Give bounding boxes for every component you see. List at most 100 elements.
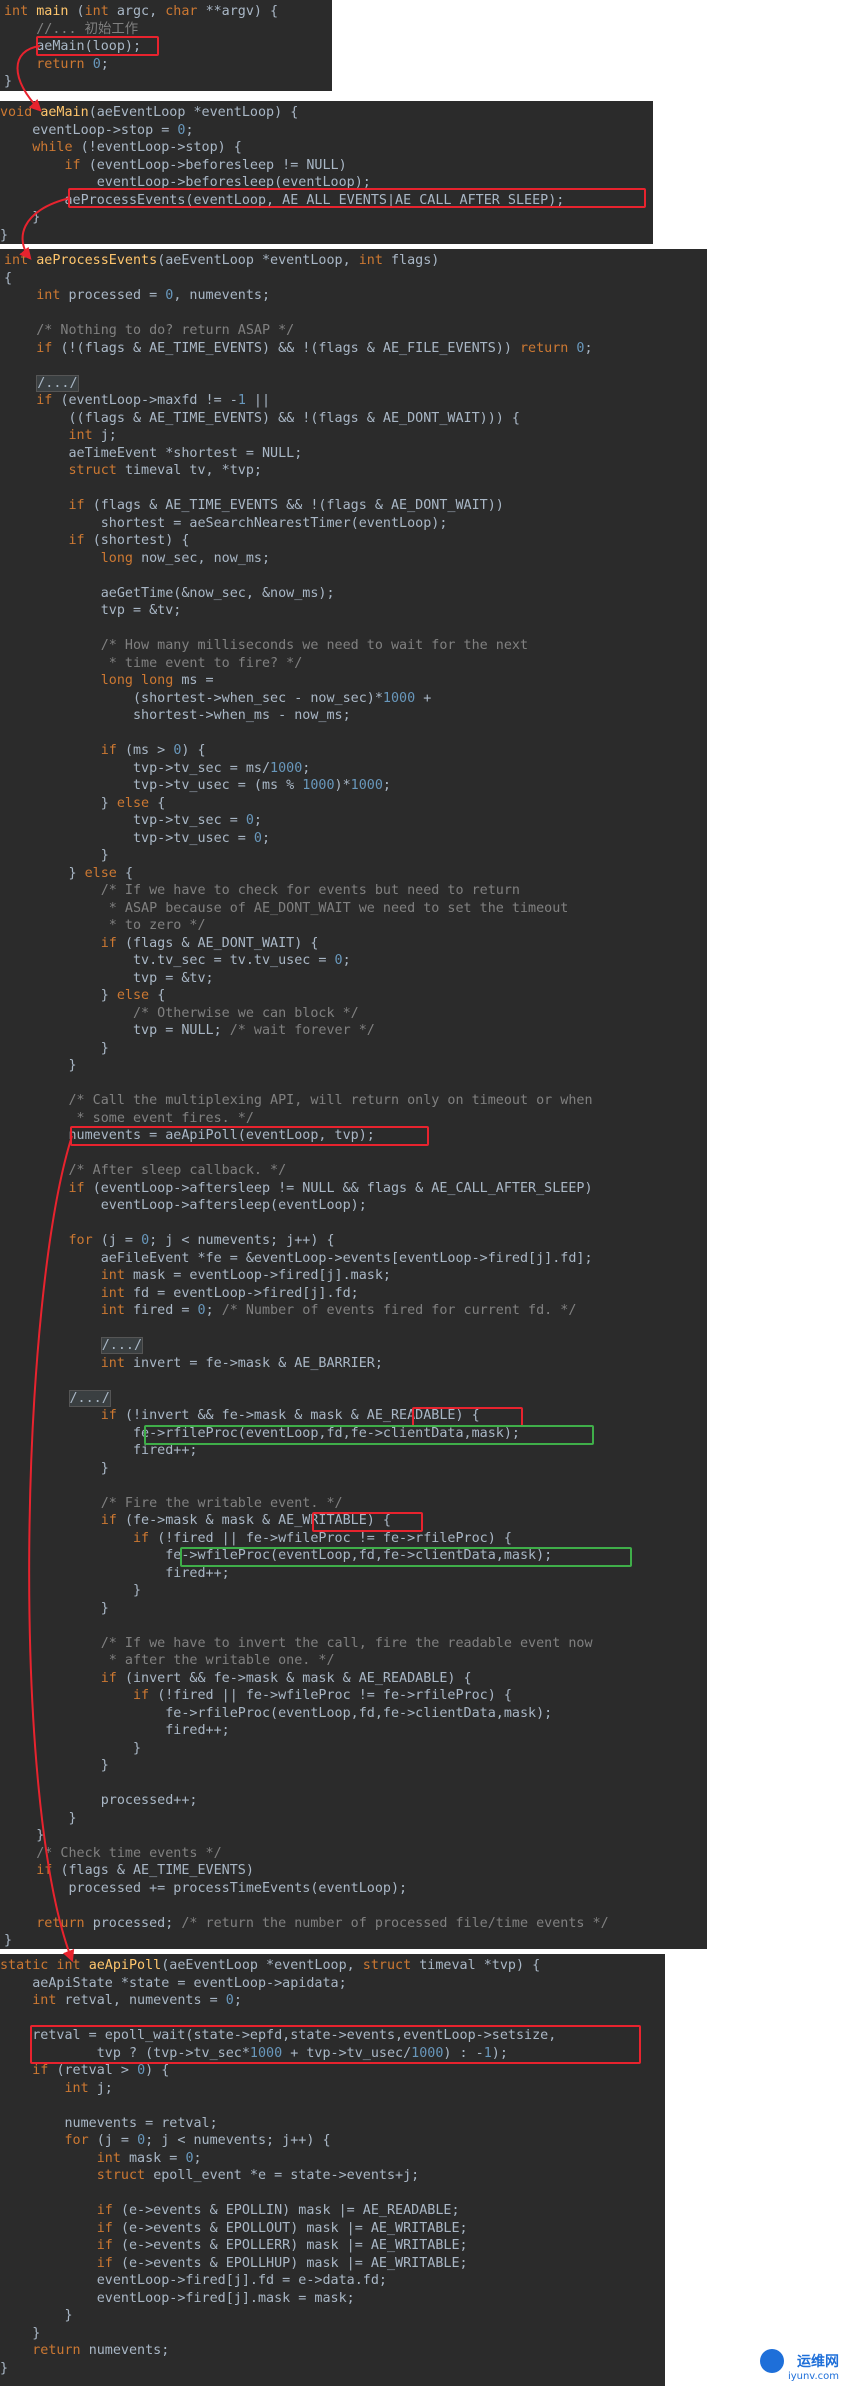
code-line: /* Otherwise we can block */ <box>4 1005 359 1023</box>
code-line: static int aeApiPoll(aeEventLoop *eventL… <box>0 1957 540 1975</box>
code-token: now_sec, now_ms; <box>141 550 271 566</box>
code-token: int <box>4 253 37 268</box>
code-token: /* If we have to invert the call, fire t… <box>4 1635 593 1651</box>
watermark-brand: 运维网 <box>797 2354 839 2370</box>
code-token: (e->events & EPOLLIN) mask |= AE_READABL… <box>120 2203 460 2218</box>
code-line: int j; <box>4 427 117 445</box>
code-panel-aeprocessevents: int aeProcessEvents(aeEventLoop *eventLo… <box>0 249 707 1949</box>
code-token: (e->events & EPOLLERR) mask |= AE_WRITAB… <box>120 2238 468 2253</box>
code-line: /* How many milliseconds we need to wait… <box>4 637 528 655</box>
code-token: tvp->tv_usec = (ms % <box>4 778 303 793</box>
code-line: * some event fires. */ <box>4 1110 254 1128</box>
code-fold-marker[interactable]: /.../ <box>68 1389 111 1407</box>
code-token: return <box>36 1915 93 1931</box>
code-token: struct <box>362 1958 420 1973</box>
code-line: for (j = 0; j < numevents; j++) { <box>4 1232 335 1250</box>
code-token: 0 <box>197 1303 206 1318</box>
code-line: while (!eventLoop->stop) { <box>0 139 242 157</box>
code-line: /.../ <box>4 1337 144 1355</box>
code-fold-marker[interactable]: /.../ <box>100 1337 144 1354</box>
code-line: if (eventLoop->maxfd != -1 || <box>4 392 270 410</box>
code-token: numevents = retval; <box>0 2115 218 2131</box>
code-token: processed = <box>68 288 166 303</box>
code-line: int invert = fe->mask & AE_BARRIER; <box>4 1355 383 1373</box>
code-token: tvp->tv_usec = <box>4 830 254 846</box>
code-token: ; <box>261 830 271 846</box>
code-token: if <box>100 1670 125 1686</box>
code-token: //... 初始工作 <box>4 21 139 37</box>
code-token: /* wait forever */ <box>229 1023 375 1038</box>
code-token: } <box>4 865 85 881</box>
code-line: int mask = 0; <box>0 2150 202 2168</box>
code-line: aeApiState *state = eventLoop->apidata; <box>0 1975 347 1993</box>
code-token: mask = <box>129 2150 186 2166</box>
code-token: aeApiState *state = eventLoop->apidata; <box>0 1975 347 1991</box>
code-token: * time event to fire? */ <box>4 655 303 671</box>
code-token: tvp->tv_sec = <box>4 813 246 828</box>
code-line: } else { <box>4 865 133 883</box>
code-token: (shortest) { <box>92 533 190 548</box>
code-line: processed++; <box>4 1792 198 1810</box>
code-token: (aeEventLoop *eventLoop) { <box>88 105 299 120</box>
code-line: } <box>0 227 8 245</box>
code-line: long now_sec, now_ms; <box>4 550 270 568</box>
code-token: /* Check time events */ <box>4 1845 222 1861</box>
code-token: while <box>32 140 81 155</box>
code-token: , numevents; <box>173 288 271 303</box>
code-token: if <box>96 2203 121 2218</box>
code-line: } <box>4 1810 76 1828</box>
code-line: } <box>4 1827 44 1845</box>
code-line: shortest->when_ms - now_ms; <box>4 707 351 725</box>
code-line: numevents = retval; <box>0 2115 218 2133</box>
code-token: /* Otherwise we can block */ <box>4 1005 359 1021</box>
code-fold-marker[interactable]: /.../ <box>36 374 79 392</box>
code-token: **argv) { <box>205 4 279 19</box>
code-token: * some event fires. */ <box>4 1110 254 1126</box>
code-line: int j; <box>0 2080 113 2098</box>
code-line: tvp = NULL; /* wait forever */ <box>4 1022 375 1040</box>
code-token: tvp = &tv; <box>4 970 214 986</box>
code-token: /* After sleep callback. */ <box>4 1163 287 1178</box>
highlight-aeprocessevents-call <box>68 188 646 208</box>
code-token: } <box>4 988 117 1003</box>
code-panel-aemain: void aeMain(aeEventLoop *eventLoop) { ev… <box>0 101 653 244</box>
code-token: int <box>100 1268 133 1283</box>
code-token: } <box>4 1740 142 1756</box>
code-line: if (invert && fe->mask & mask & AE_READA… <box>4 1670 472 1688</box>
code-token: } <box>4 1583 142 1598</box>
code-token: fe->rfileProc(eventLoop,fd,fe->clientDat… <box>4 1705 553 1721</box>
code-line: if (flags & AE_TIME_EVENTS && !(flags & … <box>4 497 504 515</box>
code-token: return <box>32 2343 89 2358</box>
code-token: } <box>0 2360 9 2376</box>
code-token: } <box>4 1460 109 1476</box>
code-token: 0 <box>334 953 343 968</box>
code-line: fired++; <box>4 1565 230 1583</box>
code-token: /* Call the multiplexing API, will retur… <box>4 1093 593 1108</box>
highlight-wfileproc-call <box>180 1547 632 1567</box>
watermark: 运维网 iyunv.com <box>760 2349 839 2382</box>
code-token: } <box>4 1600 109 1616</box>
code-token: (!fired || fe->wfileProc != fe->rfilePro… <box>157 1530 512 1546</box>
code-line: eventLoop->aftersleep(eventLoop); <box>4 1197 367 1215</box>
code-token: char <box>165 4 206 19</box>
code-token: int <box>4 4 37 19</box>
code-token: eventLoop->fired[j].fd = e->data.fd; <box>0 2273 387 2288</box>
code-line: if (!fired || fe->wfileProc != fe->rfile… <box>4 1687 512 1705</box>
code-token: j; <box>100 428 117 443</box>
code-token: } <box>0 227 9 243</box>
code-token: 0 <box>185 2150 194 2166</box>
code-token: 0 <box>225 1993 234 2008</box>
code-line: } <box>4 73 12 91</box>
code-line: fe->rfileProc(eventLoop,fd,fe->clientDat… <box>4 1705 552 1723</box>
code-token: } <box>4 1933 13 1948</box>
